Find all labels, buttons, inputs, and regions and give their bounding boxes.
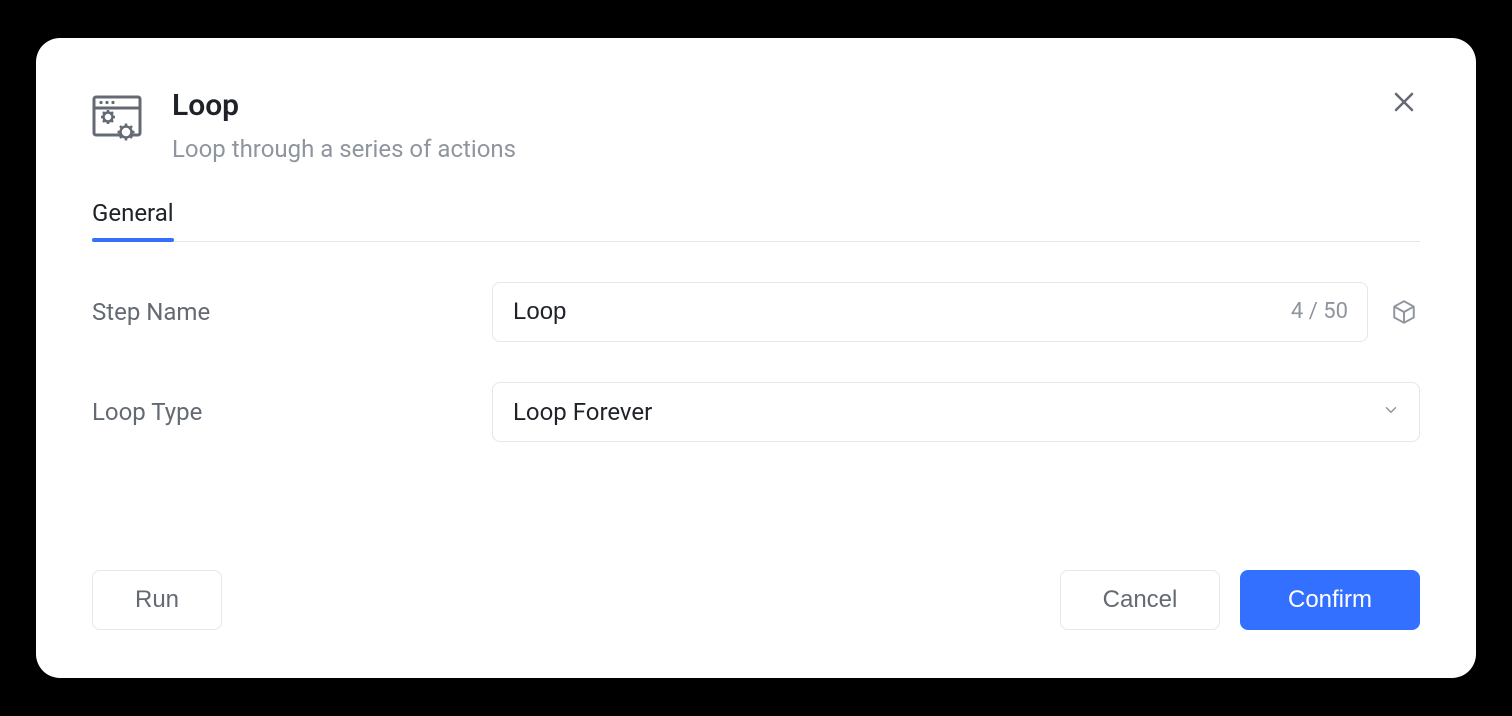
loop-config-modal: Loop Loop through a series of actions Ge… <box>36 38 1476 678</box>
form: Step Name 4 / 50 Loop Type <box>92 282 1420 570</box>
loop-type-value: Loop Forever <box>513 398 652 426</box>
step-name-control: 4 / 50 <box>492 282 1420 342</box>
modal-title: Loop <box>172 86 1420 125</box>
cancel-button[interactable]: Cancel <box>1060 570 1220 630</box>
step-name-input[interactable] <box>492 282 1368 342</box>
close-button[interactable] <box>1388 86 1420 118</box>
confirm-button[interactable]: Confirm <box>1240 570 1420 630</box>
variable-picker-button[interactable] <box>1388 296 1420 328</box>
tab-general[interactable]: General <box>92 199 174 241</box>
header-text: Loop Loop through a series of actions <box>172 86 1420 167</box>
footer-right: Cancel Confirm <box>1060 570 1420 630</box>
modal-footer: Run Cancel Confirm <box>92 570 1420 630</box>
modal-subtitle: Loop through a series of actions <box>172 133 1420 167</box>
step-name-row: Step Name 4 / 50 <box>92 282 1420 342</box>
step-name-label: Step Name <box>92 298 492 326</box>
cube-icon <box>1391 299 1417 325</box>
modal-header: Loop Loop through a series of actions <box>92 86 1420 167</box>
loop-type-select-wrapper: Loop Forever <box>492 382 1420 442</box>
tabs: General <box>92 199 1420 242</box>
loop-type-select[interactable]: Loop Forever <box>492 382 1420 442</box>
loop-type-label: Loop Type <box>92 398 492 426</box>
loop-type-row: Loop Type Loop Forever <box>92 382 1420 442</box>
loop-config-icon <box>92 92 148 148</box>
step-name-input-wrapper: 4 / 50 <box>492 282 1368 342</box>
loop-type-control: Loop Forever <box>492 382 1420 442</box>
run-button[interactable]: Run <box>92 570 222 630</box>
close-icon <box>1392 90 1416 114</box>
